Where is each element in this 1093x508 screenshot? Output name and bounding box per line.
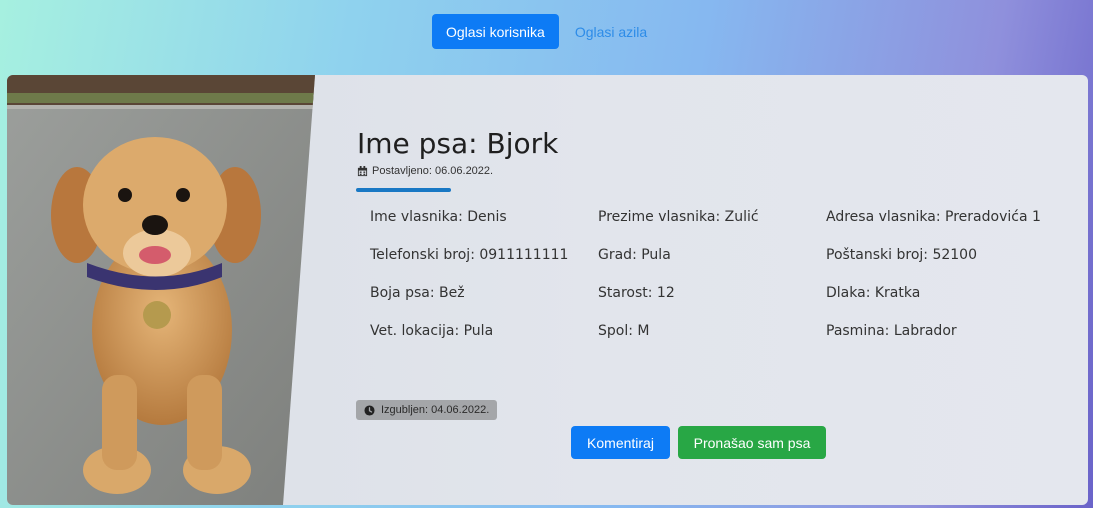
posted-text: Postavljeno: 06.06.2022. bbox=[372, 165, 494, 177]
posted-date: Postavljeno: 06.06.2022. bbox=[357, 165, 493, 177]
found-dog-button[interactable]: Pronašao sam psa bbox=[678, 426, 826, 459]
dog-sex: Spol: M bbox=[598, 323, 650, 339]
calendar-icon bbox=[357, 165, 368, 176]
dog-photo bbox=[7, 75, 315, 505]
vet-location: Vet. lokacija: Pula bbox=[370, 323, 494, 339]
dog-breed: Pasmina: Labrador bbox=[826, 323, 957, 339]
postal-code: Poštanski broj: 52100 bbox=[826, 247, 977, 263]
city: Grad: Pula bbox=[598, 247, 671, 263]
owner-first-name: Ime vlasnika: Denis bbox=[370, 209, 507, 225]
lost-text: Izgubljen: 04.06.2022. bbox=[381, 404, 490, 416]
dog-age: Starost: 12 bbox=[598, 285, 675, 301]
lost-date-badge: Izgubljen: 04.06.2022. bbox=[356, 400, 498, 420]
dog-name-title: Ime psa: Bjork bbox=[357, 127, 559, 160]
clock-icon bbox=[364, 404, 375, 416]
tab-user-ads[interactable]: Oglasi korisnika bbox=[432, 14, 559, 49]
dog-coat: Dlaka: Kratka bbox=[826, 285, 921, 301]
phone-number: Telefonski broj: 0911111111 bbox=[370, 247, 569, 263]
ad-tabs: Oglasi korisnika Oglasi azila bbox=[432, 14, 647, 49]
owner-address: Adresa vlasnika: Preradovića 1 bbox=[826, 209, 1041, 225]
dog-color: Boja psa: Bež bbox=[370, 285, 465, 301]
owner-last-name: Prezime vlasnika: Zulić bbox=[598, 209, 759, 225]
comment-button[interactable]: Komentiraj bbox=[571, 426, 670, 459]
dog-card: Ime psa: Bjork Postavljeno: 06.06.2022. … bbox=[7, 75, 1088, 505]
tab-shelter-ads[interactable]: Oglasi azila bbox=[575, 24, 647, 40]
dog-details-grid: Ime vlasnika: Denis Prezime vlasnika: Zu… bbox=[370, 207, 1046, 341]
title-underline bbox=[356, 188, 451, 192]
